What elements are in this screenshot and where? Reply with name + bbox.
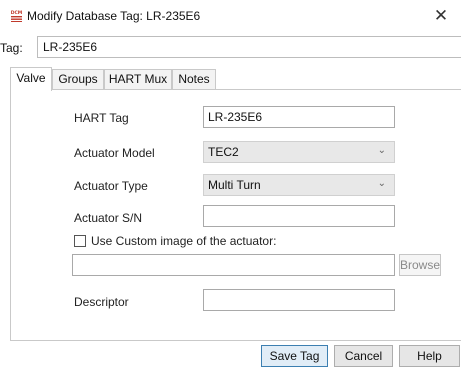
tag-label: Tag: [0,41,23,55]
browse-button[interactable]: Browse [399,254,441,276]
help-button[interactable]: Help [399,345,460,367]
save-tag-button[interactable]: Save Tag [261,345,328,367]
cancel-button[interactable]: Cancel [334,345,393,367]
actuator-model-select[interactable]: TEC2 ⌄ [203,141,395,163]
title-bar: DCM Modify Database Tag: LR-235E6 ✕ [0,0,461,34]
actuator-model-value: TEC2 [208,145,239,159]
descriptor-label: Descriptor [74,295,129,309]
hart-tag-label: HART Tag [74,111,129,125]
custom-image-label: Use Custom image of the actuator: [91,234,277,248]
app-logo-text: DCM [11,10,23,16]
tag-input[interactable]: LR-235E6 [37,36,461,58]
actuator-type-select[interactable]: Multi Turn ⌄ [203,174,395,196]
chevron-down-icon: ⌄ [377,145,386,156]
tab-hart-mux[interactable]: HART Mux [104,69,172,90]
tab-notes[interactable]: Notes [172,69,216,90]
tab-valve[interactable]: Valve [10,67,52,91]
descriptor-input[interactable] [203,289,395,311]
window-title: Modify Database Tag: LR-235E6 [27,9,201,23]
actuator-type-value: Multi Turn [208,178,261,192]
app-logo-icon: DCM [10,9,23,22]
hart-tag-input[interactable]: LR-235E6 [203,106,395,128]
chevron-down-icon: ⌄ [377,178,386,189]
actuator-sn-label: Actuator S/N [74,211,143,225]
actuator-type-label: Actuator Type [74,179,148,193]
close-icon: ✕ [433,6,449,25]
actuator-model-label: Actuator Model [74,146,155,160]
tab-groups[interactable]: Groups [52,69,104,90]
custom-image-checkbox[interactable] [74,235,86,247]
actuator-sn-input[interactable] [203,205,395,227]
custom-image-path-input[interactable] [72,254,395,276]
close-button[interactable]: ✕ [426,4,456,28]
